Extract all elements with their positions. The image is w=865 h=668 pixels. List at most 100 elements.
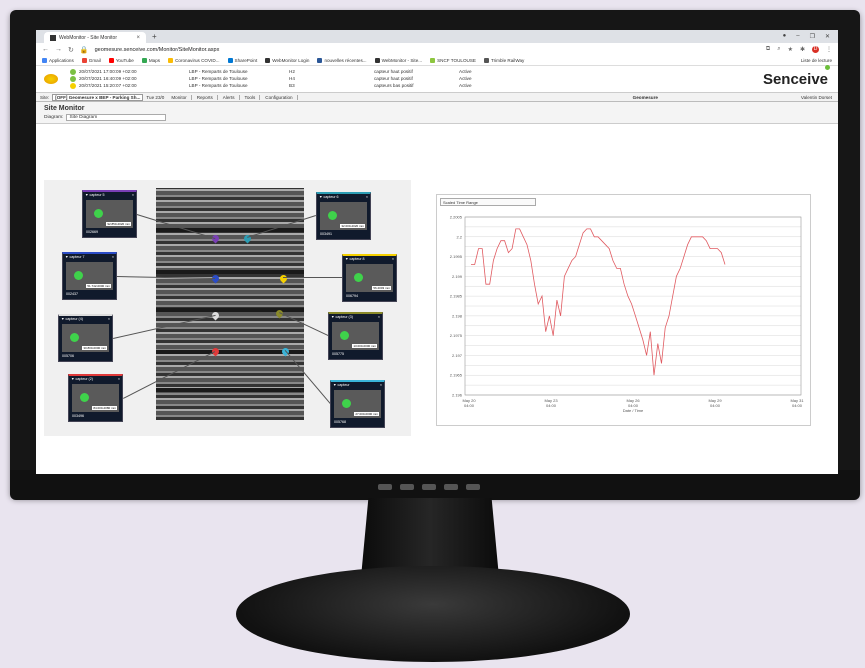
series-line [471, 228, 726, 376]
bookmark-icon [317, 58, 323, 63]
zoom-icon[interactable]: ⌕ [777, 46, 780, 53]
camera-leader-line [283, 277, 342, 278]
bookmarks-bar: Applications Gmail YouTube Maps Coronavirus … [36, 56, 838, 66]
forward-icon[interactable]: → [55, 46, 62, 53]
diagram-selector-row: Diagram: Site Diagram [44, 114, 830, 121]
close-icon[interactable]: × [380, 383, 382, 387]
bookmark-item[interactable]: Gmail [81, 58, 101, 63]
close-icon[interactable]: × [392, 257, 394, 261]
bookmark-item[interactable]: nouvelles récentes... [317, 58, 367, 63]
camera-card[interactable]: ▼ capteur (4) × 30.800-0000 mm 005706 [58, 314, 113, 362]
bookmark-label: Gmail [88, 58, 101, 63]
menu-item[interactable]: Tools [245, 94, 261, 100]
profile-circle-icon[interactable]: ● [783, 33, 787, 40]
alert-row[interactable]: 20/07/2021 17:00:09 +02:00 LBP - Remparts… [70, 68, 499, 75]
y-tick-label: 2.198 [452, 313, 463, 318]
camera-card[interactable]: ▼ capteur 6 × 32.000-2020 mm 003491 [316, 192, 371, 240]
bookmark-item[interactable]: Maps [141, 58, 161, 63]
new-tab-icon[interactable]: + [152, 32, 157, 41]
close-tab-icon[interactable]: × [136, 35, 140, 41]
camera-card[interactable]: ▼ capteur (2) × 84.000-2080 mm 003496 [68, 374, 123, 422]
sensor-status-icon [328, 211, 337, 220]
floor-slab [156, 228, 304, 232]
close-window-icon[interactable]: ✕ [825, 33, 830, 40]
bookmark-icon [168, 58, 174, 63]
monitor-power-button[interactable] [422, 484, 436, 490]
camera-card[interactable]: ▼ capteur 7 × 51.742-0000 mm 002437 [62, 252, 117, 300]
camera-card[interactable]: ▼ capteur (3) × 13.000-0000 mm 005775 [328, 312, 383, 360]
menu-item[interactable]: Configuration [265, 94, 298, 100]
site-select[interactable]: [OFF] Geomesure x BEP - Parking Sh... [52, 93, 144, 101]
camera-id: 002669 [86, 230, 98, 234]
reading-list[interactable]: Liste de lecture [801, 58, 832, 63]
alert-row[interactable]: 20/07/2021 15:20:07 +02:00 LBP - Remparts… [70, 82, 499, 89]
camera-card-header: ▼ capteur 8 × [343, 256, 396, 262]
diagram-select[interactable]: Site Diagram [66, 114, 167, 121]
camera-card[interactable]: ▼ capteur 5 × 92.850-2020 mm 002669 [82, 190, 137, 238]
restore-icon[interactable]: ❐ [810, 33, 815, 40]
browser-tab[interactable]: WebMonitor - Site Monitor × [44, 32, 146, 43]
star-icon[interactable]: ★ [788, 46, 793, 53]
alert-datetime: 20/07/2021 16:40:09 +02:00 [79, 76, 137, 81]
menu-item[interactable]: Monitor [171, 94, 192, 100]
bookmark-item[interactable]: WebMonitor - Site... [374, 58, 422, 63]
monitor-button[interactable] [378, 484, 392, 490]
reload-icon[interactable]: ↻ [68, 46, 74, 54]
monitor-button[interactable] [400, 484, 414, 490]
bookmark-item[interactable]: Trimble RailWay [483, 58, 524, 63]
camera-card-header: ▼ capteur (2) × [69, 376, 122, 382]
bookmark-item[interactable]: WebMonitor Login [265, 58, 309, 63]
menu-item[interactable]: Reports [197, 94, 218, 100]
close-icon[interactable]: × [112, 255, 114, 259]
bookmark-item[interactable]: SharePoint [227, 58, 257, 63]
translate-icon[interactable]: ⧉ [766, 46, 770, 53]
bookmark-label: Maps [148, 58, 161, 63]
page-header: Site Monitor Diagram: Site Diagram [36, 102, 838, 124]
x-axis-title: Date / Time [623, 408, 644, 413]
profile-avatar[interactable]: D [812, 46, 819, 53]
bookmark-item[interactable]: Applications [42, 58, 74, 63]
minimize-icon[interactable]: – [796, 33, 799, 40]
alert-sensor: H4 [289, 76, 295, 81]
sensor-status-icon [80, 393, 89, 402]
browser-tab-bar: WebMonitor - Site Monitor × + ● – ❐ ✕ [36, 30, 838, 43]
bookmark-item[interactable]: YouTube [108, 58, 134, 63]
window-controls: ● – ❐ ✕ [783, 33, 838, 40]
camera-name: ▼ capteur (3) [331, 315, 353, 319]
address-bar: ← → ↻ 🔒 geomesure.senceive.com/Monitor/S… [36, 43, 838, 56]
close-icon[interactable]: × [378, 315, 380, 319]
close-icon[interactable]: × [366, 195, 368, 199]
site-toolbar: Site: [OFF] Geomesure x BEP - Parking Sh… [36, 93, 838, 102]
chart-range-select[interactable]: Scaled Time Range [440, 198, 536, 206]
camera-card[interactable]: ▼ capteur 8 × 56.2003 mm 006794 [342, 254, 397, 302]
close-icon[interactable]: × [118, 377, 120, 381]
bookmark-item[interactable]: SNCF TOULOUSE [430, 58, 476, 63]
menu-item[interactable]: Alerts [223, 94, 240, 100]
sensor-status-icon [342, 399, 351, 408]
alerts-header: 20/07/2021 17:00:09 +02:00 LBP - Remparts… [36, 64, 838, 93]
back-icon[interactable]: ← [42, 46, 49, 53]
y-tick-label: 2.1995 [450, 254, 463, 259]
menu-dots-icon[interactable]: ⋮ [826, 46, 832, 53]
url-field[interactable]: geomesure.senceive.com/Monitor/SiteMonit… [95, 47, 220, 53]
camera-reading: 56.2003 mm [372, 286, 391, 290]
lock-icon[interactable]: 🔒 [80, 46, 89, 54]
camera-card[interactable]: ▼ capteur × 27.000-0000 mm 005768 [330, 380, 385, 428]
close-icon[interactable]: × [132, 193, 134, 197]
camera-id: 006794 [346, 294, 358, 298]
camera-id: 003496 [72, 414, 84, 418]
sensor-status-icon [340, 331, 349, 340]
alert-row[interactable]: 20/07/2021 16:40:09 +02:00 LBP - Remparts… [70, 75, 499, 82]
chart-panel: Scaled Time Range 2.2005 2.2 2.1995 2.199 2.… [436, 194, 811, 426]
monitor-button[interactable] [444, 484, 458, 490]
close-icon[interactable]: × [108, 317, 110, 321]
extensions-icon[interactable]: ✱ [800, 46, 805, 53]
camera-card-header: ▼ capteur 5 × [83, 192, 136, 198]
user-name[interactable]: Valentin Dorset [801, 95, 832, 100]
camera-card-header: ▼ capteur (3) × [329, 314, 382, 320]
monitor-button[interactable] [466, 484, 480, 490]
bookmark-icon [141, 58, 147, 63]
camera-id: 003491 [320, 232, 332, 236]
geomesure-logo [40, 66, 62, 92]
bookmark-item[interactable]: Coronavirus COVID... [168, 58, 220, 63]
